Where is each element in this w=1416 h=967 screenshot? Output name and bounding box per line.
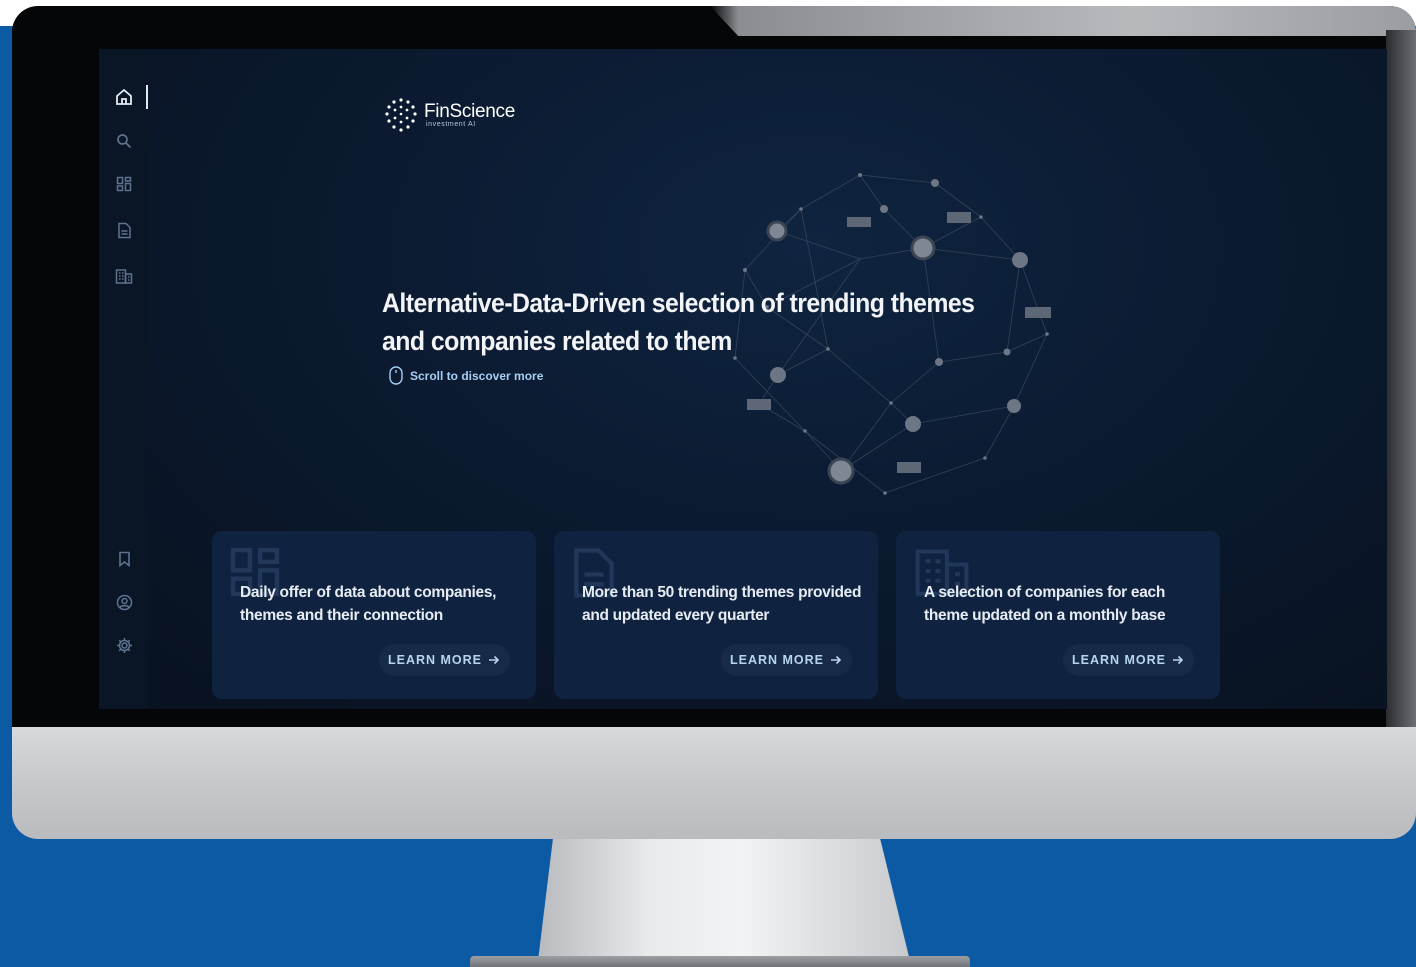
search-icon <box>117 134 132 149</box>
home-icon <box>116 88 132 105</box>
hero-title: Alternative-Data-Driven selection of tre… <box>382 288 975 357</box>
building-icon <box>115 269 133 284</box>
scroll-hint-text: Scroll to discover more <box>410 368 544 383</box>
feature-card-text: A selection of companies for each theme … <box>924 584 1166 624</box>
finscience-logo-icon <box>385 98 417 132</box>
learn-more-label: LEARN MORE <box>729 653 824 667</box>
sidebar-item-home[interactable] <box>113 86 135 108</box>
feature-card-companies: A selection of companies for each theme … <box>896 531 1220 699</box>
brand-tagline: investment AI <box>426 120 476 128</box>
mouse-icon <box>389 366 403 385</box>
sidebar-item-companies[interactable] <box>113 265 135 287</box>
bookmark-icon <box>118 551 130 567</box>
sidebar-item-bookmarks[interactable] <box>113 548 135 570</box>
brand-logo[interactable]: FinScience investment AI <box>382 95 515 135</box>
brand-name: FinScience <box>424 100 515 122</box>
arrow-right-icon <box>1173 655 1184 665</box>
feature-card-themes: More than 50 trending themes provided an… <box>554 531 878 699</box>
monitor-stand <box>538 839 910 961</box>
sidebar-item-dashboard[interactable] <box>113 173 135 195</box>
arrow-right-icon <box>831 655 842 665</box>
arrow-right-icon <box>489 655 500 665</box>
user-circle-icon <box>116 594 132 610</box>
feature-card-text: Daily offer of data about companies, the… <box>240 584 497 624</box>
scroll-hint[interactable]: Scroll to discover more <box>389 366 543 385</box>
app-screen: FinScience investment AI Alternative-Dat… <box>99 49 1387 709</box>
learn-more-label: LEARN MORE <box>387 653 482 667</box>
feature-card-data: Daily offer of data about companies, the… <box>212 531 536 699</box>
monitor-edge <box>1386 30 1416 730</box>
learn-more-label: LEARN MORE <box>1071 653 1166 667</box>
sidebar-active-indicator <box>146 85 148 109</box>
sidebar <box>99 49 148 709</box>
monitor-stand-base <box>470 956 970 967</box>
sidebar-item-settings[interactable] <box>113 634 135 656</box>
document-icon <box>117 222 131 238</box>
feature-card-text: More than 50 trending themes provided an… <box>582 584 862 624</box>
learn-more-button[interactable]: LEARN MORE <box>1062 644 1194 676</box>
gear-icon <box>116 637 132 653</box>
monitor-glare <box>710 6 1416 36</box>
monitor-chin <box>12 727 1416 839</box>
learn-more-button[interactable]: LEARN MORE <box>720 644 852 676</box>
sidebar-item-profile[interactable] <box>113 591 135 613</box>
sidebar-item-search[interactable] <box>113 130 135 152</box>
dashboard-icon <box>116 176 132 192</box>
sidebar-item-documents[interactable] <box>113 219 135 241</box>
learn-more-button[interactable]: LEARN MORE <box>378 644 510 676</box>
brand-wordmark: FinScience investment AI <box>424 102 515 129</box>
